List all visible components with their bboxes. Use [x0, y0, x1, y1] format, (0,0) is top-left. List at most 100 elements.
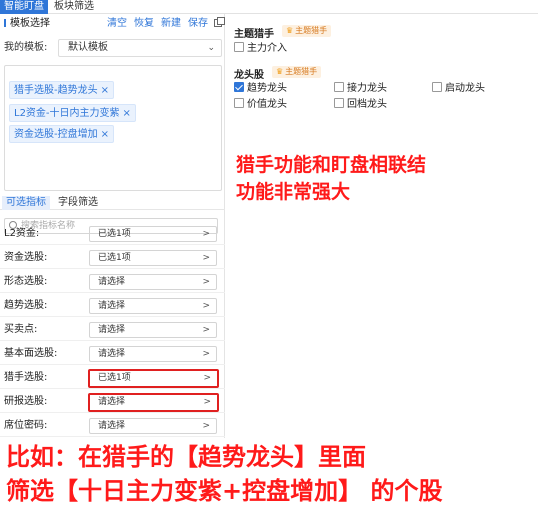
filter-label: 席位密码:: [4, 420, 48, 431]
tab-sector-filter[interactable]: 板块筛选: [50, 0, 98, 14]
my-template-value: 默认模板: [68, 42, 108, 53]
checkbox-pullback-leader[interactable]: 回档龙头: [334, 98, 387, 111]
filter-row: 资金选股: 已选1项 >: [0, 247, 225, 269]
annotation-right-line2: 功能非常强大: [236, 181, 351, 203]
restore-button[interactable]: 恢复: [134, 18, 154, 29]
crown-icon: ♛: [286, 26, 294, 35]
filter-row: 形态选股: 请选择 >: [0, 271, 225, 293]
filter-row: 基本面选股: 请选择 >: [0, 343, 225, 365]
filter-label: 研报选股:: [4, 396, 48, 407]
filter-row: 猎手选股: 已选1项 >: [0, 367, 225, 389]
filter-value: 请选择: [98, 349, 126, 359]
filter-row: 席位密码: 请选择 >: [0, 415, 225, 437]
filter-select[interactable]: 请选择 >: [89, 322, 217, 338]
checkbox-icon: [432, 82, 442, 92]
filter-label: L2资金:: [4, 228, 40, 239]
filter-value: 请选择: [98, 325, 126, 335]
checkbox-label: 启动龙头: [445, 83, 485, 94]
filter-select[interactable]: 已选1项 >: [89, 250, 217, 266]
my-template-label: 我的模板:: [4, 42, 48, 53]
tab-field-filter[interactable]: 字段筛选: [54, 196, 102, 210]
filter-value: 已选1项: [98, 373, 131, 383]
checkbox-label: 接力龙头: [347, 83, 387, 94]
template-title: 模板选择: [4, 17, 50, 31]
filter-value: 已选1项: [98, 253, 131, 263]
badge-label: 主题猎手: [295, 26, 328, 35]
chevron-right-icon: >: [202, 421, 210, 431]
close-icon[interactable]: ×: [101, 85, 109, 96]
checkbox-label: 回档龙头: [347, 99, 387, 110]
chevron-right-icon: >: [202, 301, 210, 311]
filter-select[interactable]: 请选择 >: [89, 418, 217, 434]
chevron-right-icon: >: [202, 253, 210, 263]
indicator-tabs: 可选指标 字段筛选: [0, 196, 225, 210]
new-button[interactable]: 新建: [161, 18, 181, 29]
filter-label: 基本面选股:: [4, 348, 58, 359]
crown-icon: ♛: [276, 67, 284, 76]
selected-tag[interactable]: 猎手选股-趋势龙头 ×: [9, 81, 114, 99]
filter-value: 请选择: [98, 421, 126, 431]
right-panel: 主题猎手 ♛ 主题猎手 主力介入 龙头股 ♛ 主题猎手 趋势龙头 接力龙头 启动龙头…: [226, 14, 538, 438]
checkbox-icon: [234, 98, 244, 108]
filter-value: 请选择: [98, 301, 126, 311]
filter-label: 资金选股:: [4, 252, 48, 263]
filter-row: 买卖点: 请选择 >: [0, 319, 225, 341]
filter-select[interactable]: 已选1项 >: [88, 369, 219, 388]
clear-button[interactable]: 清空: [107, 18, 127, 29]
filter-value: 请选择: [98, 277, 126, 287]
checkbox-relay-leader[interactable]: 接力龙头: [334, 82, 387, 95]
save-button[interactable]: 保存: [188, 18, 208, 29]
tag-label: L2资金-十日内主力变紫: [14, 108, 120, 119]
selected-tags-box: 猎手选股-趋势龙头 × L2资金-十日内主力变紫 × 资金选股-控盘增加 ×: [4, 65, 222, 191]
checkbox-label: 趋势龙头: [247, 83, 287, 94]
filter-label: 趋势选股:: [4, 300, 48, 311]
annotation-bottom: 比如：在猎手的【趋势龙头】里面 筛选【十日主力变紫+控盘增加】 的个股: [6, 440, 442, 508]
leader-stock-badge: ♛ 主题猎手: [272, 66, 322, 78]
chevron-right-icon: >: [203, 397, 211, 407]
filter-label: 猎手选股:: [4, 372, 48, 383]
close-icon[interactable]: ×: [101, 129, 109, 140]
annotation-bottom-line1: 比如：在猎手的【趋势龙头】里面: [6, 443, 366, 471]
checkbox-main-force-entry[interactable]: 主力介入: [234, 42, 287, 55]
selected-tag[interactable]: 资金选股-控盘增加 ×: [9, 125, 114, 143]
selected-tag[interactable]: L2资金-十日内主力变紫 ×: [9, 104, 136, 122]
copy-icon[interactable]: [214, 17, 225, 27]
chevron-down-icon: ⌄: [207, 43, 215, 53]
filter-row: 研报选股: 请选择 >: [0, 391, 225, 413]
filter-value: 已选1项: [98, 229, 131, 239]
filter-select[interactable]: 请选择 >: [88, 393, 219, 412]
badge-label: 主题猎手: [285, 67, 318, 76]
tag-label: 猎手选股-趋势龙头: [14, 85, 98, 96]
checkbox-trend-leader[interactable]: 趋势龙头: [234, 82, 287, 95]
section-title-leader-stock: 龙头股: [234, 70, 264, 81]
chevron-right-icon: >: [203, 373, 211, 383]
template-title-label: 模板选择: [10, 18, 50, 29]
my-template-select[interactable]: 默认模板 ⌄: [58, 39, 222, 57]
checkbox-icon: [234, 42, 244, 52]
filter-row: L2资金: 已选1项 >: [0, 223, 225, 245]
checkbox-checked-icon: [234, 82, 244, 92]
checkbox-label: 主力介入: [247, 43, 287, 54]
left-panel: 模板选择 清空 恢复 新建 保存 我的模板: 默认模板 ⌄ 猎手选股-趋势龙头 × L2…: [0, 14, 225, 438]
checkbox-value-leader[interactable]: 价值龙头: [234, 98, 287, 111]
close-icon[interactable]: ×: [123, 108, 131, 119]
section-title-theme-hunter: 主题猎手: [234, 29, 274, 40]
chevron-right-icon: >: [202, 349, 210, 359]
filter-label: 形态选股:: [4, 276, 48, 287]
tab-available-indicators[interactable]: 可选指标: [2, 196, 50, 210]
filter-select[interactable]: 已选1项 >: [89, 226, 217, 242]
checkbox-icon: [334, 98, 344, 108]
top-tab-bar: 智能盯盘 板块筛选: [0, 0, 538, 14]
annotation-right-line1: 猎手功能和盯盘相联结: [236, 154, 427, 176]
filter-select[interactable]: 请选择 >: [89, 298, 217, 314]
template-actions: 清空 恢复 新建 保存: [100, 17, 225, 31]
filter-select[interactable]: 请选择 >: [89, 274, 217, 290]
annotation-right: 猎手功能和盯盘相联结 功能非常强大: [236, 152, 426, 206]
filter-value: 请选择: [98, 397, 126, 407]
filter-select[interactable]: 请选择 >: [89, 346, 217, 362]
tab-smart-watch[interactable]: 智能盯盘: [0, 0, 48, 14]
chevron-right-icon: >: [202, 229, 210, 239]
filter-row: 趋势选股: 请选择 >: [0, 295, 225, 317]
my-template-row: 我的模板: 默认模板 ⌄: [4, 39, 222, 57]
checkbox-launch-leader[interactable]: 启动龙头: [432, 82, 485, 95]
